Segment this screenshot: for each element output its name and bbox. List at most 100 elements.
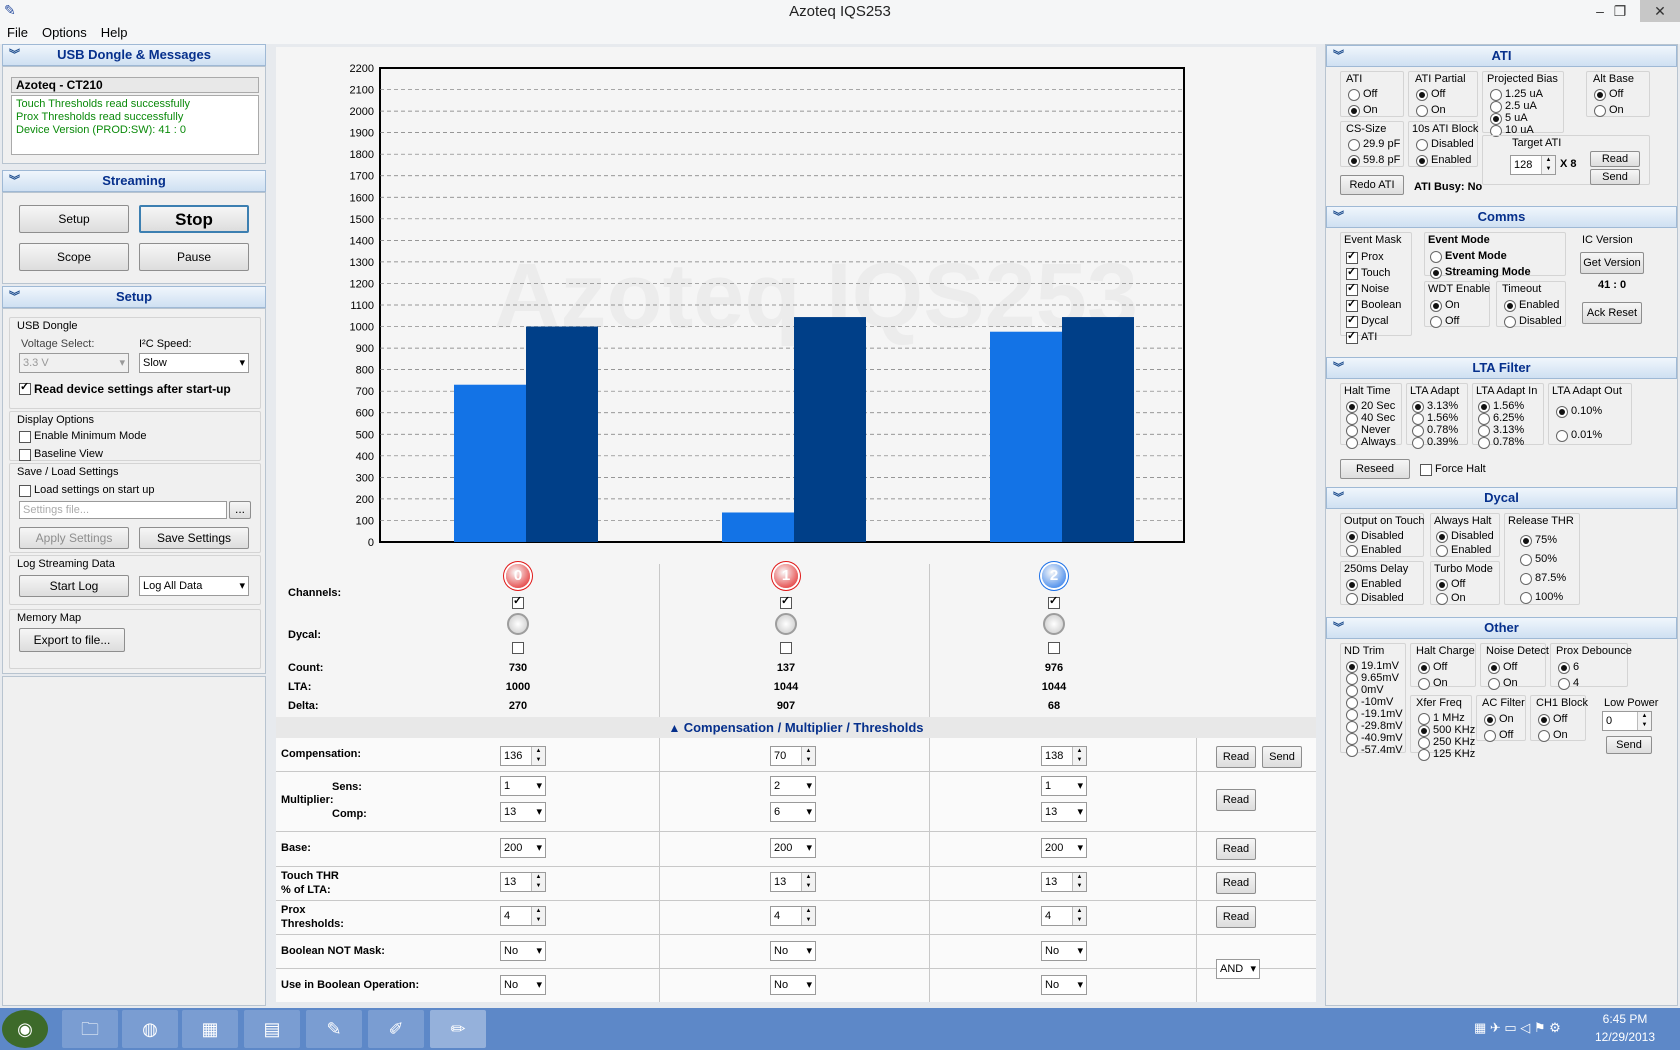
- always-halt-disabled-radio[interactable]: Disabled: [1436, 530, 1494, 543]
- minimum-mode-checkbox[interactable]: Enable Minimum Mode: [19, 430, 147, 443]
- menu-help[interactable]: Help: [94, 24, 135, 42]
- bias-radio[interactable]: 2.5 uA: [1490, 100, 1537, 113]
- scope-button[interactable]: Scope: [19, 243, 129, 271]
- release-radio[interactable]: 50%: [1520, 553, 1557, 566]
- mask-boolean-checkbox[interactable]: Boolean: [1346, 297, 1401, 312]
- timeout-enabled-radio[interactable]: Enabled: [1504, 299, 1559, 312]
- wdt-off-radio[interactable]: Off: [1430, 315, 1459, 328]
- setup-button[interactable]: Setup: [19, 205, 129, 233]
- close-icon[interactable]: ✕: [1640, 0, 1680, 22]
- collapse-icon[interactable]: ︾: [1333, 46, 1344, 66]
- mask-dycal-checkbox[interactable]: Dycal: [1346, 313, 1389, 328]
- debounce-radio[interactable]: 4: [1558, 677, 1579, 690]
- halt-radio[interactable]: Always: [1346, 436, 1396, 449]
- noise-on-radio[interactable]: On: [1488, 677, 1518, 690]
- sens-select[interactable]: 1: [1041, 776, 1087, 796]
- turbo-off-radio[interactable]: Off: [1436, 578, 1465, 591]
- halt-radio[interactable]: 20 Sec: [1346, 400, 1395, 413]
- file-explorer-icon[interactable]: 🗀: [62, 1010, 118, 1048]
- compensation-input[interactable]: 136 ▲ ▼: [500, 746, 546, 766]
- read-settings-checkbox[interactable]: Read device settings after start-up: [19, 380, 231, 396]
- adapt-radio[interactable]: 0.39%: [1412, 436, 1458, 449]
- editor-icon[interactable]: ✐: [368, 1010, 424, 1048]
- ati-send-button[interactable]: Send: [1590, 169, 1640, 185]
- adapt-in-radio[interactable]: 3.13%: [1478, 424, 1524, 437]
- prox-thr-input[interactable]: 4 ▲ ▼: [500, 906, 546, 926]
- ati-block-enabled-radio[interactable]: Enabled: [1416, 154, 1471, 167]
- app-grid-icon[interactable]: ▦: [182, 1010, 238, 1048]
- collapse-icon[interactable]: ︾: [1333, 358, 1344, 378]
- compensation-input[interactable]: 70 ▲ ▼: [770, 746, 816, 766]
- get-version-button[interactable]: Get Version: [1580, 252, 1644, 274]
- use-bool-select[interactable]: No: [1041, 975, 1087, 995]
- ati-header[interactable]: ︾ ATI: [1326, 45, 1677, 67]
- base-select[interactable]: 200: [500, 838, 546, 858]
- cs-radio[interactable]: 59.8 pF: [1348, 154, 1400, 167]
- turbo-on-radio[interactable]: On: [1436, 592, 1466, 605]
- streaming-mode-radio[interactable]: Streaming Mode: [1430, 266, 1531, 279]
- halt-charge-on-radio[interactable]: On: [1418, 677, 1448, 690]
- adapt-out-radio[interactable]: 0.10%: [1556, 405, 1602, 418]
- clock-time[interactable]: 6:45 PM: [1590, 1012, 1660, 1026]
- bool-not-select[interactable]: No: [500, 941, 546, 961]
- alt-base-off-radio[interactable]: Off: [1594, 88, 1623, 101]
- mask-prox-checkbox[interactable]: Prox: [1346, 249, 1384, 264]
- adapt-radio[interactable]: 0.78%: [1412, 424, 1458, 437]
- clock-date[interactable]: 12/29/2013: [1590, 1030, 1660, 1044]
- adapt-in-radio[interactable]: 6.25%: [1478, 412, 1524, 425]
- target-ati-input[interactable]: 128 ▲ ▼: [1510, 155, 1556, 175]
- compensation-input[interactable]: 138 ▲ ▼: [1041, 746, 1087, 766]
- read-multiplier-button[interactable]: Read: [1216, 789, 1256, 811]
- ati-off-radio[interactable]: Off: [1348, 88, 1377, 101]
- xfer-radio[interactable]: 1 MHz: [1418, 712, 1465, 725]
- mask-ati-checkbox[interactable]: ATI: [1346, 329, 1377, 344]
- touch-thr-input[interactable]: 13 ▲ ▼: [770, 872, 816, 892]
- timeout-disabled-radio[interactable]: Disabled: [1504, 315, 1562, 328]
- base-select[interactable]: 200: [770, 838, 816, 858]
- log-mode-select[interactable]: Log All Data: [139, 576, 249, 596]
- sens-select[interactable]: 1: [500, 776, 546, 796]
- release-radio[interactable]: 87.5%: [1520, 572, 1566, 585]
- streaming-header[interactable]: ︾ Streaming: [2, 170, 266, 192]
- collapse-icon[interactable]: ︾: [1333, 618, 1344, 638]
- menu-options[interactable]: Options: [35, 24, 94, 42]
- collapse-icon[interactable]: ︾: [9, 45, 20, 65]
- boolean-operation-select[interactable]: AND: [1216, 959, 1260, 979]
- adapt-out-radio[interactable]: 0.01%: [1556, 429, 1602, 442]
- setup-header[interactable]: ︾ Setup: [2, 286, 266, 308]
- adapt-in-radio[interactable]: 1.56%: [1478, 400, 1524, 413]
- read-prox-button[interactable]: Read: [1216, 906, 1256, 928]
- voltage-select[interactable]: 3.3 V: [19, 353, 129, 373]
- release-radio[interactable]: 100%: [1520, 591, 1563, 604]
- nd-radio[interactable]: 9.65mV: [1346, 672, 1399, 685]
- read-compensation-button[interactable]: Read: [1216, 746, 1256, 768]
- nd-radio[interactable]: -57.4mV: [1346, 744, 1403, 757]
- read-base-button[interactable]: Read: [1216, 838, 1256, 860]
- mask-noise-checkbox[interactable]: Noise: [1346, 281, 1389, 296]
- event-mode-radio[interactable]: Event Mode: [1430, 250, 1507, 263]
- i2c-select[interactable]: Slow: [139, 353, 249, 373]
- nd-radio[interactable]: -10mV: [1346, 696, 1393, 709]
- ch1-block-on-radio[interactable]: On: [1538, 729, 1568, 742]
- output-disabled-radio[interactable]: Disabled: [1346, 530, 1404, 543]
- release-radio[interactable]: 75%: [1520, 534, 1557, 547]
- comp-select[interactable]: 13: [1041, 802, 1087, 822]
- low-power-send-button[interactable]: Send: [1606, 736, 1652, 754]
- ac-filter-on-radio[interactable]: On: [1484, 713, 1514, 726]
- comms-header[interactable]: ︾ Comms: [1326, 206, 1677, 228]
- message-log[interactable]: Touch Thresholds read successfully Prox T…: [11, 95, 259, 155]
- usb-dongle-header[interactable]: ︾ USB Dongle & Messages: [2, 44, 266, 66]
- ati-on-radio[interactable]: On: [1348, 104, 1378, 117]
- bool-not-select[interactable]: No: [1041, 941, 1087, 961]
- output-enabled-radio[interactable]: Enabled: [1346, 544, 1401, 557]
- spinner-icon[interactable]: ▲ ▼: [1541, 156, 1555, 174]
- collapse-icon[interactable]: ︾: [9, 287, 20, 307]
- ch1-block-off-radio[interactable]: Off: [1538, 713, 1567, 726]
- lta-filter-header[interactable]: ︾ LTA Filter: [1326, 357, 1677, 379]
- export-button[interactable]: Export to file...: [19, 628, 125, 652]
- other-header[interactable]: ︾ Other: [1326, 617, 1677, 639]
- restore-icon[interactable]: ❐: [1605, 0, 1635, 22]
- noise-off-radio[interactable]: Off: [1488, 661, 1517, 674]
- alt-base-on-radio[interactable]: On: [1594, 104, 1624, 117]
- wdt-on-radio[interactable]: On: [1430, 299, 1460, 312]
